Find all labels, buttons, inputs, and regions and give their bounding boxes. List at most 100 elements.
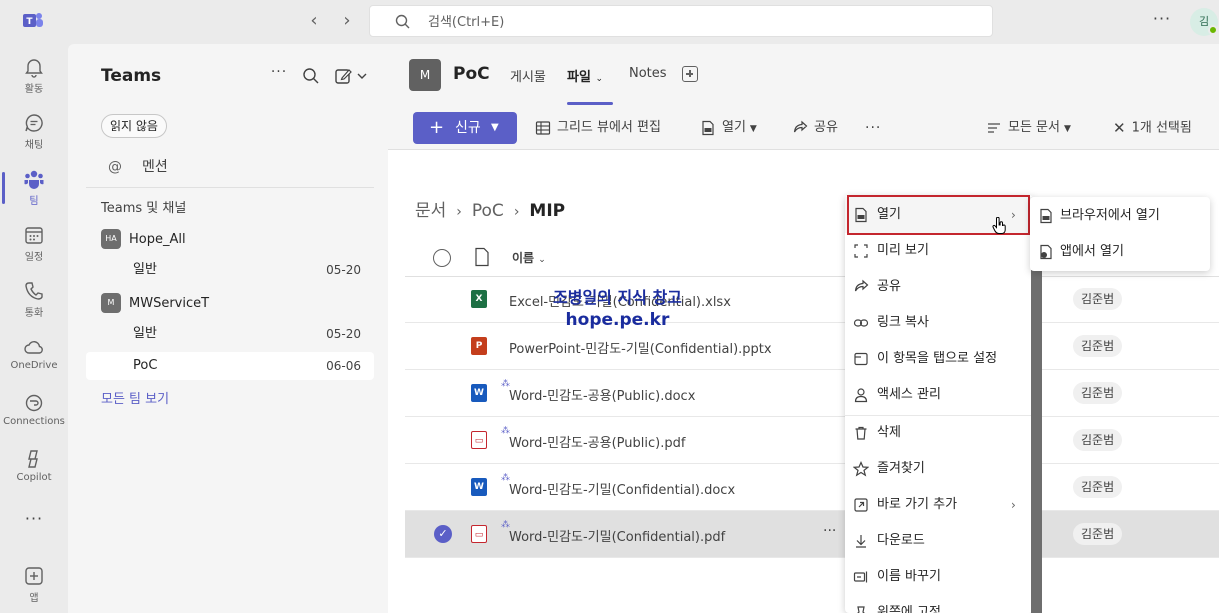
open-button[interactable]: 열기 ▼ xyxy=(700,118,757,138)
menu-item-preview[interactable]: 미리 보기 xyxy=(845,233,1033,269)
file-row[interactable]: W ⁂ Word-민감도-기밀(Confidential).docx 김준범 xyxy=(405,464,1219,511)
file-name[interactable]: Word-민감도-기밀(Confidential).pdf xyxy=(509,526,725,545)
submenu-item-label: 브라우저에서 열기 xyxy=(1060,208,1160,223)
rail-connections[interactable]: Connections xyxy=(0,386,68,438)
rail-label: Connections xyxy=(3,416,65,427)
file-name[interactable]: Word-민감도-공용(Public).pdf xyxy=(509,432,685,451)
back-button[interactable]: ‹ xyxy=(302,10,326,34)
menu-item-pin-to-top[interactable]: 위쪽에 고정 xyxy=(845,595,1033,613)
more-options-icon[interactable]: ··· xyxy=(823,523,836,539)
chevron-down-icon: ⌄ xyxy=(538,255,546,265)
close-icon: ✕ xyxy=(1113,119,1126,137)
see-all-teams-link[interactable]: 모든 팀 보기 xyxy=(101,388,169,407)
search-box[interactable] xyxy=(369,5,993,37)
mentions-item[interactable]: @ 멘션 xyxy=(108,156,168,176)
name-column-label: 이름 xyxy=(512,251,535,265)
file-name[interactable]: Word-민감도-공용(Public).docx xyxy=(509,385,695,404)
view-selector[interactable]: 모든 문서 ▼ xyxy=(986,118,1071,138)
powerpoint-file-icon: P xyxy=(471,337,487,355)
file-row[interactable]: ▭ ⁂ Word-민감도-공용(Public).pdf 김준범 xyxy=(405,417,1219,464)
menu-item-copy-link[interactable]: 링크 복사 xyxy=(845,305,1033,341)
file-row-selected[interactable]: ✓ ▭ ⁂ Word-민감도-기밀(Confidential).pdf ··· … xyxy=(405,511,1219,558)
channel-name: PoC xyxy=(133,358,158,373)
teams-logo-icon[interactable]: T xyxy=(22,10,44,32)
teams-icon xyxy=(24,170,44,189)
file-row[interactable]: P PowerPoint-민감도-기밀(Confidential).pptx 김… xyxy=(405,323,1219,370)
file-name[interactable]: Word-민감도-기밀(Confidential).docx xyxy=(509,479,735,498)
menu-item-share[interactable]: 공유 xyxy=(845,269,1033,305)
tab-notes[interactable]: Notes xyxy=(629,66,667,81)
rail-calendar[interactable]: 일정 xyxy=(0,218,68,270)
grid-edit-button[interactable]: 그리드 뷰에서 편집 xyxy=(535,118,661,138)
breadcrumb-current: MIP xyxy=(529,201,566,221)
menu-item-add-shortcut[interactable]: 바로 가기 추가 › xyxy=(845,487,1033,523)
file-name[interactable]: PowerPoint-민감도-기밀(Confidential).pptx xyxy=(509,338,772,357)
pdf-file-icon: ▭ xyxy=(471,431,487,449)
menu-item-delete[interactable]: 삭제 xyxy=(845,415,1033,451)
tab-posts[interactable]: 게시물 xyxy=(510,66,546,85)
share-label: 공유 xyxy=(814,120,838,135)
menu-item-rename[interactable]: 이름 바꾸기 xyxy=(845,559,1033,595)
search-input[interactable] xyxy=(428,11,828,33)
breadcrumb-item[interactable]: 문서 xyxy=(415,201,446,221)
more-options-icon[interactable]: ··· xyxy=(1150,10,1174,34)
search-icon xyxy=(395,14,410,29)
rail-label: 일정 xyxy=(24,252,44,263)
new-button[interactable]: + 신규 ▼ xyxy=(413,112,517,144)
menu-item-label: 미리 보기 xyxy=(877,243,929,258)
file-row[interactable]: X Excel-민감도-기밀(Confidential).xlsx 김준범 xyxy=(405,276,1219,323)
rail-copilot[interactable]: Copilot xyxy=(0,442,68,494)
compose-icon[interactable] xyxy=(333,66,369,86)
rail-calls[interactable]: 통화 xyxy=(0,274,68,326)
name-column-header[interactable]: 이름 ⌄ xyxy=(512,249,546,266)
menu-item-favorite[interactable]: 즐겨찾기 xyxy=(845,451,1033,487)
tab-files[interactable]: 파일 ⌄ xyxy=(567,66,603,85)
rail-apps[interactable]: 앱 xyxy=(0,559,68,611)
at-sign-icon: @ xyxy=(108,159,122,175)
menu-item-label: 위쪽에 고정 xyxy=(877,605,941,613)
more-apps-icon[interactable]: ··· xyxy=(0,509,68,528)
active-tab-indicator xyxy=(567,102,613,105)
owner-badge: 김준범 xyxy=(1073,476,1123,498)
rail-teams[interactable]: 팀 xyxy=(0,162,68,214)
team-item-hope-all[interactable]: HA Hope_All xyxy=(101,229,186,251)
rail-label: 앱 xyxy=(29,593,39,604)
team-item-mwservicet[interactable]: M MWServiceT xyxy=(101,293,209,315)
document-icon xyxy=(702,120,714,135)
add-app-icon xyxy=(25,567,43,585)
menu-item-label: 바로 가기 추가 xyxy=(877,497,958,512)
rail-chat[interactable]: 채팅 xyxy=(0,106,68,158)
channel-item-general[interactable]: 일반 05-20 xyxy=(86,256,374,284)
menu-item-set-as-tab[interactable]: 이 항목을 탭으로 설정 xyxy=(845,341,1033,377)
menu-item-download[interactable]: 다운로드 xyxy=(845,523,1033,559)
menu-item-open-in-app[interactable]: 앱에서 열기 xyxy=(1030,234,1210,270)
channel-date: 06-06 xyxy=(326,359,361,373)
add-tab-icon[interactable] xyxy=(682,66,698,82)
menu-item-manage-access[interactable]: 액세스 관리 xyxy=(845,377,1033,413)
menu-item-label: 액세스 관리 xyxy=(877,387,941,402)
owner-badge: 김준범 xyxy=(1073,288,1123,310)
more-options-icon[interactable]: ··· xyxy=(865,118,881,138)
channel-item-poc[interactable]: PoC 06-06 xyxy=(86,352,374,380)
bell-icon xyxy=(25,59,43,78)
title-bar: T ‹ › ··· 김 xyxy=(0,0,1219,44)
file-row[interactable]: W ⁂ Word-민감도-공용(Public).docx 김준범 xyxy=(405,370,1219,417)
rail-label: 팀 xyxy=(29,196,39,207)
channel-item-general[interactable]: 일반 05-20 xyxy=(86,320,374,348)
breadcrumb-item[interactable]: PoC xyxy=(472,201,504,221)
tab-files-label: 파일 xyxy=(567,70,591,85)
rail-activity[interactable]: 활동 xyxy=(0,50,68,102)
checkmark-icon[interactable]: ✓ xyxy=(434,525,452,543)
more-options-icon[interactable]: ··· xyxy=(269,64,289,84)
menu-scrollbar[interactable] xyxy=(1031,270,1042,613)
clear-selection-button[interactable]: ✕ 1개 선택됨 xyxy=(1113,118,1192,138)
unread-filter-chip[interactable]: 읽지 않음 xyxy=(101,114,167,138)
share-button[interactable]: 공유 xyxy=(792,118,838,138)
search-icon[interactable] xyxy=(301,66,321,86)
forward-button[interactable]: › xyxy=(335,10,359,34)
menu-item-open-in-browser[interactable]: 브라우저에서 열기 xyxy=(1030,198,1210,234)
team-name: Hope_All xyxy=(129,231,186,247)
rail-onedrive[interactable]: OneDrive xyxy=(0,330,68,382)
rail-label: OneDrive xyxy=(10,360,58,371)
select-all-checkbox[interactable] xyxy=(433,249,451,267)
